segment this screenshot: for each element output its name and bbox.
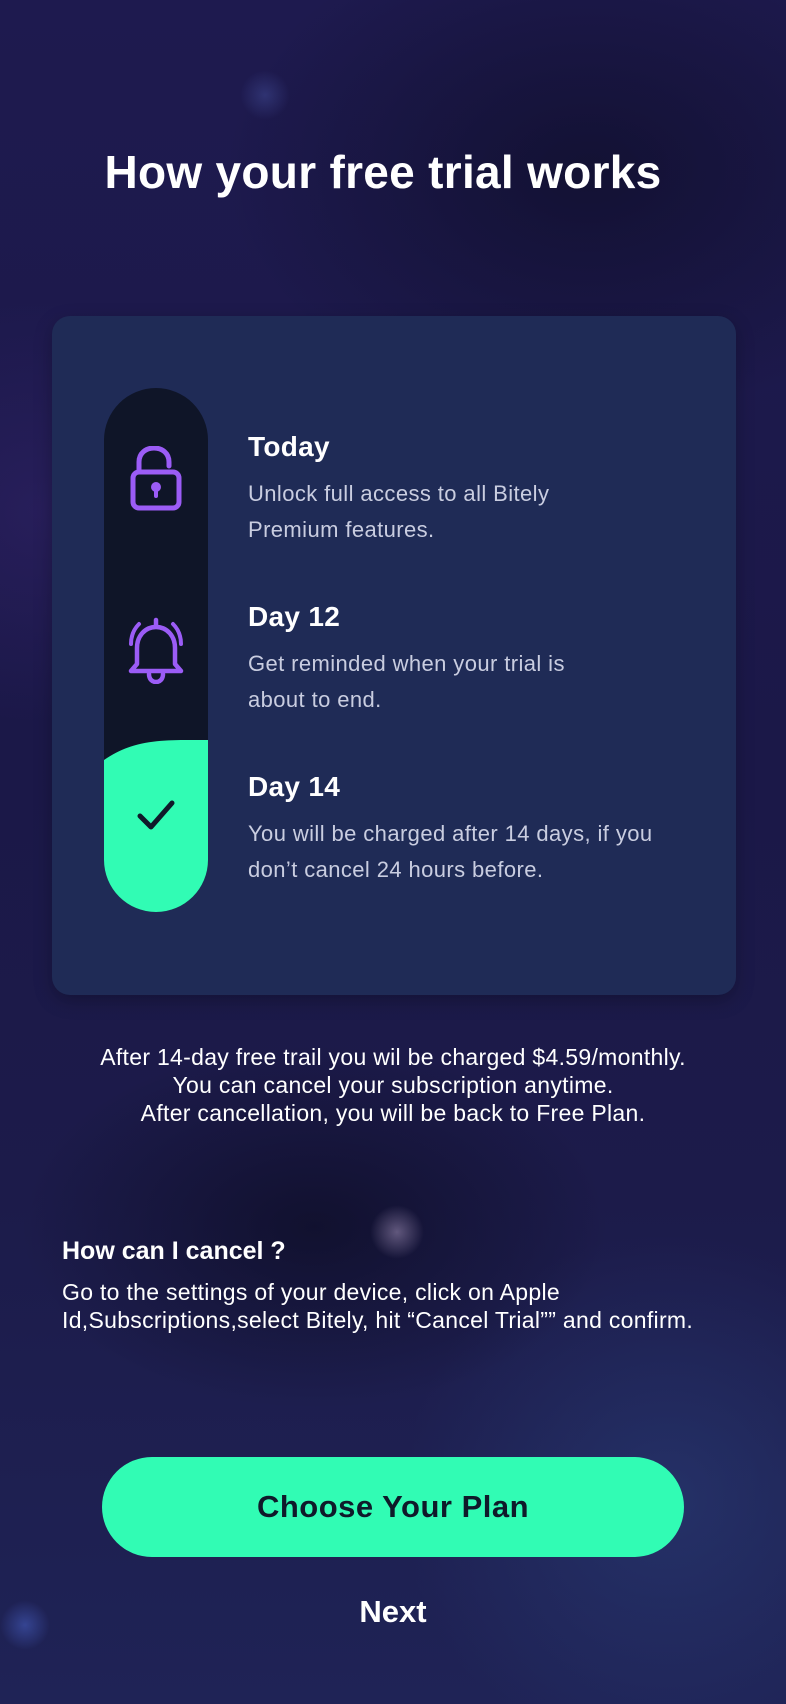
step-label: Day 12 xyxy=(248,601,341,632)
check-icon xyxy=(104,798,208,832)
faq-answer: Go to the settings of your device, click… xyxy=(62,1279,694,1333)
next-button[interactable]: Next xyxy=(293,1590,493,1634)
step-description: Unlock full access to all Bitely Premium… xyxy=(248,481,550,542)
billing-info-line: After cancellation, you will be back to … xyxy=(140,1100,646,1126)
choose-plan-button[interactable]: Choose Your Plan xyxy=(102,1457,684,1557)
billing-info: After 14-day free trail you wil be charg… xyxy=(20,1043,766,1127)
billing-info-line: You can cancel your subscription anytime… xyxy=(172,1072,614,1098)
cancel-faq: How can I cancel ? Go to the settings of… xyxy=(62,1236,722,1334)
timeline-step-day-12: Day 12 Get reminded when your trial is a… xyxy=(248,600,688,718)
timeline-step-day-14: Day 14 You will be charged after 14 days… xyxy=(248,770,688,888)
step-description: You will be charged after 14 days, if yo… xyxy=(248,821,653,882)
faq-question: How can I cancel ? xyxy=(62,1237,286,1265)
step-label: Today xyxy=(248,431,330,462)
billing-info-line: After 14-day free trail you wil be charg… xyxy=(100,1044,686,1070)
background-glow xyxy=(0,1600,50,1650)
bell-icon xyxy=(104,616,208,684)
timeline-step-today: Today Unlock full access to all Bitely P… xyxy=(248,430,688,548)
step-description: Get reminded when your trial is about to… xyxy=(248,651,565,712)
step-label: Day 14 xyxy=(248,771,341,802)
lock-open-icon xyxy=(104,446,208,514)
background-glow xyxy=(240,70,290,120)
page-title: How your free trial works xyxy=(104,146,662,198)
